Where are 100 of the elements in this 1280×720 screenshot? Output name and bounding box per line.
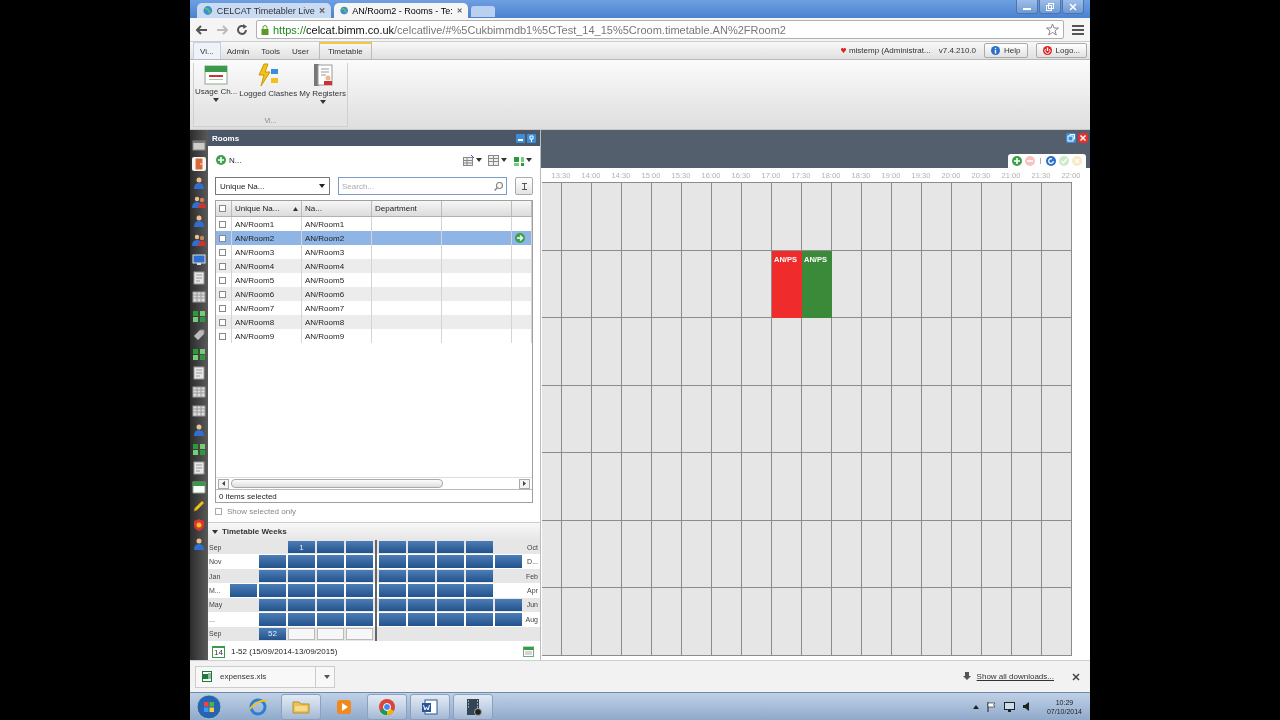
week-cell[interactable]	[379, 613, 406, 626]
time-slot[interactable]	[652, 250, 682, 319]
time-slot[interactable]	[1042, 250, 1072, 319]
time-slot[interactable]	[982, 183, 1012, 251]
week-cell[interactable]	[379, 584, 406, 597]
time-slot[interactable]	[832, 318, 862, 386]
tag-icon[interactable]	[192, 328, 206, 342]
week-cell[interactable]	[379, 569, 406, 583]
time-slot[interactable]	[802, 520, 832, 589]
week-cell[interactable]	[408, 555, 435, 568]
chart-icon[interactable]	[192, 309, 206, 323]
grid-icon[interactable]	[192, 385, 206, 399]
dropdown-button[interactable]	[463, 154, 482, 166]
time-slot[interactable]	[1012, 385, 1042, 454]
people-icon[interactable]	[192, 233, 206, 247]
time-slot[interactable]	[952, 453, 982, 521]
menu-tab[interactable]: Vi...	[193, 42, 221, 59]
week-cell[interactable]	[259, 555, 286, 568]
minimize-icon[interactable]	[516, 133, 525, 143]
ribbon-button[interactable]: Logged Clashes	[239, 63, 298, 115]
time-slot[interactable]	[622, 318, 652, 386]
badge-icon[interactable]	[192, 518, 206, 532]
filter-dropdown[interactable]: Unique Na...	[215, 177, 330, 195]
time-slot[interactable]	[922, 385, 952, 454]
flag-icon[interactable]	[986, 701, 996, 712]
time-slot[interactable]	[592, 520, 622, 589]
start-button[interactable]	[196, 693, 222, 720]
time-slot[interactable]	[742, 588, 772, 656]
time-slot[interactable]	[892, 453, 922, 521]
week-cell[interactable]	[437, 613, 464, 626]
week-cell[interactable]: 1	[288, 541, 315, 554]
time-slot[interactable]	[742, 318, 772, 386]
week-cell[interactable]	[437, 584, 464, 597]
week-cell[interactable]	[437, 555, 464, 568]
close-icon[interactable]	[1072, 672, 1080, 681]
time-slot[interactable]	[922, 183, 952, 251]
new-button[interactable]: N...	[216, 155, 242, 165]
table-row[interactable]: AN/Room9 AN/Room9	[216, 329, 532, 343]
time-slot[interactable]	[952, 520, 982, 589]
person-icon[interactable]	[192, 176, 206, 190]
time-slot[interactable]	[922, 318, 952, 386]
person-icon[interactable]	[192, 423, 206, 437]
column-header[interactable]: Unique Na...	[232, 201, 302, 216]
time-slot[interactable]	[772, 385, 802, 454]
time-slot[interactable]	[952, 385, 982, 454]
time-slot[interactable]	[682, 183, 712, 251]
week-cell[interactable]	[288, 598, 315, 612]
table-row[interactable]: AN/Room1 AN/Room1	[216, 217, 532, 231]
checkbox[interactable]	[219, 248, 226, 256]
week-cell[interactable]: 52	[259, 627, 286, 640]
speaker-icon[interactable]	[1022, 702, 1031, 711]
time-slot[interactable]	[892, 385, 922, 454]
download-item[interactable]: expenses.xls	[195, 665, 335, 688]
time-slot[interactable]	[922, 453, 952, 521]
pencil-icon[interactable]	[192, 499, 206, 513]
table-row[interactable]: AN/Room5 AN/Room5	[216, 273, 532, 287]
time-slot[interactable]	[802, 453, 832, 521]
time-slot[interactable]	[652, 183, 682, 251]
cursor-button[interactable]	[515, 177, 533, 195]
time-slot[interactable]	[892, 250, 922, 319]
column-header[interactable]: Department	[372, 201, 442, 216]
time-slot[interactable]	[1012, 520, 1042, 589]
ribbon-button[interactable]: Usage Ch...	[195, 63, 238, 115]
close-button[interactable]	[1062, 0, 1084, 14]
time-slot[interactable]	[1012, 318, 1042, 386]
time-slot[interactable]	[542, 588, 562, 656]
table-row[interactable]: AN/Room4 AN/Room4	[216, 259, 532, 273]
network-icon[interactable]	[1003, 701, 1015, 712]
dropdown-button[interactable]	[488, 154, 507, 166]
time-slot[interactable]	[622, 520, 652, 589]
window-icon[interactable]	[192, 138, 206, 152]
time-slot[interactable]	[592, 183, 622, 251]
time-slot[interactable]	[772, 183, 802, 251]
time-slot[interactable]	[622, 385, 652, 454]
checkbox[interactable]	[219, 318, 226, 326]
menu-tab[interactable]: User	[286, 42, 315, 59]
time-slot[interactable]	[562, 318, 592, 386]
document-icon[interactable]	[192, 271, 206, 285]
checkbox[interactable]	[219, 220, 226, 228]
search-input[interactable]: Search...	[342, 181, 494, 191]
time-slot[interactable]	[592, 385, 622, 454]
time-slot[interactable]	[832, 520, 862, 589]
time-slot[interactable]	[622, 453, 652, 521]
time-slot[interactable]	[1042, 385, 1072, 454]
taskbar-button[interactable]	[453, 693, 493, 720]
browser-tab[interactable]: AN/Room2 - Rooms - Te:	[334, 3, 468, 18]
time-slot[interactable]	[1042, 588, 1072, 656]
time-slot[interactable]	[682, 318, 712, 386]
week-cell[interactable]	[379, 555, 406, 568]
time-slot[interactable]	[592, 588, 622, 656]
week-cell[interactable]	[288, 569, 315, 583]
week-cell[interactable]	[408, 598, 435, 612]
table-row[interactable]: AN/Room7 AN/Room7	[216, 301, 532, 315]
checkbox[interactable]	[219, 332, 226, 340]
time-slot[interactable]	[592, 453, 622, 521]
collapse-triangle-icon[interactable]	[212, 528, 218, 535]
table-row[interactable]: AN/Room2 AN/Room2	[216, 231, 532, 245]
week-cell[interactable]	[317, 555, 344, 568]
week-cell[interactable]	[346, 569, 373, 583]
table-row[interactable]: AN/Room3 AN/Room3	[216, 245, 532, 259]
